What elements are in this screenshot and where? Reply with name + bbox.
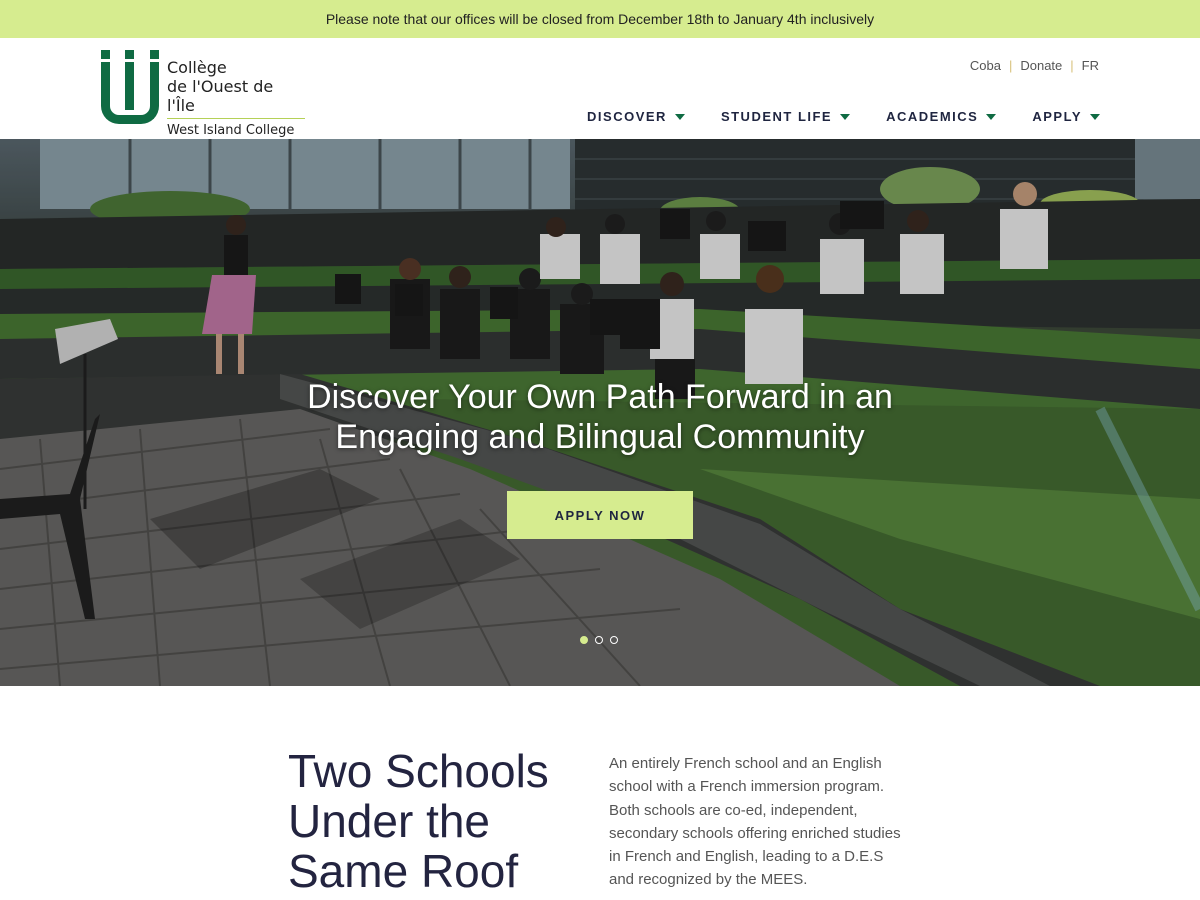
language-toggle-fr[interactable]: FR xyxy=(1082,58,1099,73)
caret-down-icon xyxy=(1090,113,1100,120)
coba-link[interactable]: Coba xyxy=(970,58,1001,73)
logo-line-2: de l'Ouest de l'Île xyxy=(167,77,274,115)
intro-section: Two Schools Under the Same Roof An entir… xyxy=(0,686,1200,900)
intro-paragraph: An entirely French school and an English… xyxy=(609,755,901,889)
announcement-text: Please note that our offices will be clo… xyxy=(325,11,875,27)
utility-nav: Coba | Donate | FR xyxy=(969,58,1099,73)
college-logo[interactable]: Collège de l'Ouest de l'Île West Island … xyxy=(101,48,311,138)
nav-item-student-life[interactable]: STUDENT LIFE xyxy=(721,109,851,124)
donate-link[interactable]: Donate xyxy=(1020,58,1062,73)
carousel-dot-2[interactable] xyxy=(595,636,603,644)
apply-now-button[interactable]: APPLY NOW xyxy=(507,491,693,539)
carousel-indicators xyxy=(580,636,625,644)
logo-line-1: Collège xyxy=(167,58,227,77)
nav-item-academics[interactable]: ACADEMICS xyxy=(886,109,997,124)
hero-carousel: Discover Your Own Path Forward in an Eng… xyxy=(0,139,1200,686)
site-header: Collège de l'Ouest de l'Île West Island … xyxy=(0,38,1200,139)
caret-down-icon xyxy=(674,113,685,120)
main-nav: DISCOVER STUDENT LIFE ACADEMICS APPLY xyxy=(551,109,1100,124)
carousel-dot-3[interactable] xyxy=(610,636,618,644)
intro-heading: Two Schools Under the Same Roof xyxy=(288,745,549,897)
hero-headline: Discover Your Own Path Forward in an Eng… xyxy=(307,378,893,456)
carousel-dot-1[interactable] xyxy=(580,636,588,644)
nav-item-discover[interactable]: DISCOVER xyxy=(587,109,685,124)
caret-down-icon xyxy=(840,113,851,120)
nav-item-apply[interactable]: APPLY xyxy=(1032,109,1100,124)
logo-mark-icon xyxy=(101,48,159,124)
caret-down-icon xyxy=(986,113,997,120)
logo-line-3: West Island College xyxy=(167,123,295,138)
logo-wordmark: Collège de l'Ouest de l'Île West Island … xyxy=(167,58,305,138)
announcement-bar: Please note that our offices will be clo… xyxy=(0,0,1200,38)
